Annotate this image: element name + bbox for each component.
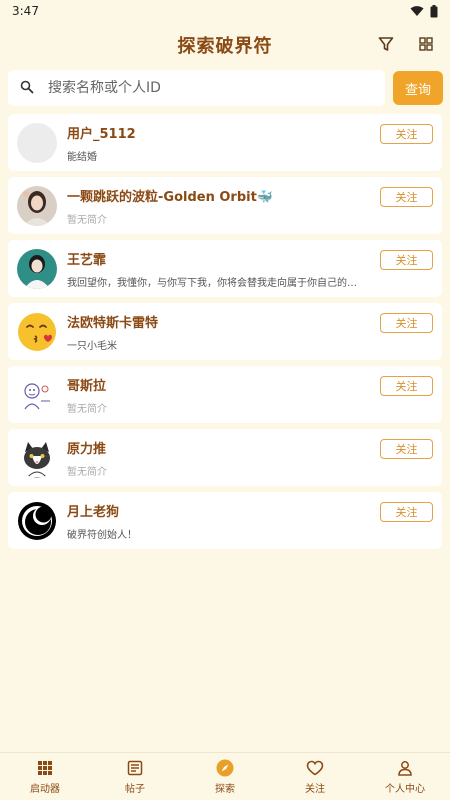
moon-logo-icon[interactable] xyxy=(17,501,57,541)
apps-icon xyxy=(36,759,54,777)
bottom-nav: 启动器 帖子 探索 关注 个人中心 xyxy=(0,752,450,800)
follow-button[interactable]: 关注 xyxy=(380,439,433,459)
user-list: 用户_5112 能结婚 关注 一颗跳跃的波粒-Golden Orbit🐳 暂无简… xyxy=(0,106,450,549)
user-card[interactable]: 法欧特斯卡雷特 一只小毛米 关注 xyxy=(8,303,442,360)
user-bio: 破界符创始人！ xyxy=(67,529,137,541)
user-bio: 暂无简介 xyxy=(67,403,107,415)
user-name: 一颗跳跃的波粒-Golden Orbit🐳 xyxy=(67,189,273,205)
user-card[interactable]: 月上老狗 破界符创始人！ 关注 xyxy=(8,492,442,549)
compass-icon xyxy=(216,759,234,777)
nav-item-launcher[interactable]: 启动器 xyxy=(0,753,90,800)
search-row: 查询 xyxy=(0,70,450,106)
user-name: 法欧特斯卡雷特 xyxy=(67,315,159,331)
avatar-sketch[interactable] xyxy=(17,374,57,415)
status-bar: 3:47 xyxy=(0,0,450,22)
post-icon xyxy=(126,759,144,777)
kiss-emoji-icon[interactable] xyxy=(17,312,57,352)
status-time: 3:47 xyxy=(12,4,39,18)
follow-button[interactable]: 关注 xyxy=(380,187,433,207)
nav-label: 个人中心 xyxy=(385,783,425,795)
avatar-photo-girl[interactable] xyxy=(17,185,57,226)
follow-button[interactable]: 关注 xyxy=(380,250,433,270)
user-card[interactable]: 哥斯拉 暂无简介 关注 xyxy=(8,366,442,423)
nav-item-following[interactable]: 关注 xyxy=(270,753,360,800)
user-bio: 暂无简介 xyxy=(67,214,107,226)
nav-label: 关注 xyxy=(305,783,325,795)
follow-button[interactable]: 关注 xyxy=(380,313,433,333)
avatar-blank[interactable] xyxy=(17,122,57,163)
heart-icon xyxy=(306,759,324,777)
user-name: 原力推 xyxy=(67,441,107,457)
user-bio: 能结婚 xyxy=(67,151,97,163)
grid-icon[interactable] xyxy=(416,34,436,54)
nav-label: 探索 xyxy=(215,783,235,795)
app-header: 探索破界符 xyxy=(0,22,450,68)
nav-item-posts[interactable]: 帖子 xyxy=(90,753,180,800)
avatar-photo-teal[interactable] xyxy=(17,248,57,289)
filter-icon[interactable] xyxy=(376,34,396,54)
nav-item-explore[interactable]: 探索 xyxy=(180,753,270,800)
follow-button[interactable]: 关注 xyxy=(380,124,433,144)
user-bio: 我回望你，我懂你，与你写下我，你将会替我走向属于你自己的生活，你与我… xyxy=(67,277,364,289)
user-name: 王艺霏 xyxy=(67,252,107,268)
user-name: 月上老狗 xyxy=(67,504,120,520)
status-icons xyxy=(410,4,438,18)
search-input[interactable] xyxy=(48,80,373,96)
query-button[interactable]: 查询 xyxy=(393,71,443,105)
search-box[interactable] xyxy=(8,70,385,106)
user-card[interactable]: 一颗跳跃的波粒-Golden Orbit🐳 暂无简介 关注 xyxy=(8,177,442,234)
user-card[interactable]: 王艺霏 我回望你，我懂你，与你写下我，你将会替我走向属于你自己的生活，你与我… … xyxy=(8,240,442,297)
follow-button[interactable]: 关注 xyxy=(380,502,433,522)
user-name: 哥斯拉 xyxy=(67,378,107,394)
battery-icon xyxy=(430,4,438,17)
search-icon xyxy=(20,79,34,98)
user-bio: 暂无简介 xyxy=(67,466,107,478)
nav-label: 启动器 xyxy=(30,783,60,795)
user-name: 用户_5112 xyxy=(67,126,136,142)
user-bio: 一只小毛米 xyxy=(67,340,117,352)
nav-item-profile[interactable]: 个人中心 xyxy=(360,753,450,800)
page-title: 探索破界符 xyxy=(177,36,273,57)
nav-label: 帖子 xyxy=(125,783,145,795)
person-icon xyxy=(396,759,414,777)
user-card[interactable]: 用户_5112 能结婚 关注 xyxy=(8,114,442,171)
user-card[interactable]: 原力推 暂无简介 关注 xyxy=(8,429,442,486)
header-actions xyxy=(376,34,436,54)
cat-avatar-icon[interactable] xyxy=(17,437,57,478)
wifi-icon xyxy=(410,6,424,16)
follow-button[interactable]: 关注 xyxy=(380,376,433,396)
